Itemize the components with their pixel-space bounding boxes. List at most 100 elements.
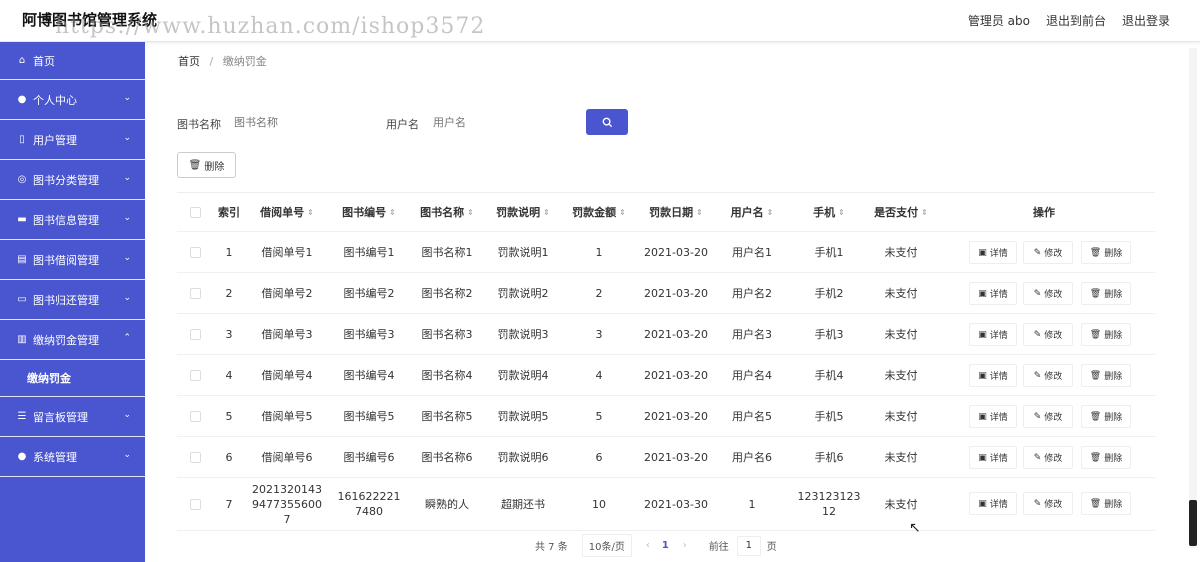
cell-book-name: 图书名称5 [421, 409, 473, 423]
cell-phone: 手机2 [814, 286, 844, 300]
col-book-no-header[interactable]: 图书编号 ⇕ [329, 193, 409, 231]
detail-button[interactable]: ▣ 详情 [969, 364, 1017, 387]
scrollbar-track[interactable] [1189, 48, 1197, 548]
cell-borrow-no: 借阅单号2 [261, 286, 313, 300]
delete-button[interactable]: 🗑 删除 [1081, 405, 1131, 428]
col-borrow-no-header[interactable]: 借阅单号 ⇕ [245, 193, 329, 231]
table-row: 1 借阅单号1 图书编号1 图书名称1 罚款说明1 1 2021-03-20 用户名1 手机1 未… [177, 232, 1155, 273]
page-size-select[interactable]: 10条/页 [581, 534, 632, 557]
cell-fine-desc: 罚款说明2 [497, 286, 549, 300]
detail-button-label: 详情 [989, 249, 1008, 259]
col-username-header[interactable]: 用户名 ⇕ [715, 193, 789, 231]
delete-button[interactable]: 🗑 删除 [1081, 323, 1131, 346]
col-fine-desc-header[interactable]: 罚款说明 ⇕ [485, 193, 561, 231]
search-button[interactable] [586, 109, 628, 135]
monitor-icon: ▭ [17, 294, 27, 305]
cell-paid: 未支付 [884, 368, 918, 382]
cell-paid: 未支付 [884, 245, 918, 259]
sidebar: ⌂ 首页 ● 个人中心 ⌄ ▯ 用户管理 ⌄ ◎ 图书分类管理 ⌄ ▬ 图书信息… [0, 42, 145, 562]
detail-button[interactable]: ▣ 详情 [969, 405, 1017, 428]
cell-phone: 手机1 [814, 245, 844, 259]
detail-button-label: 详情 [989, 500, 1008, 510]
detail-button-label: 详情 [989, 454, 1008, 464]
edit-button[interactable]: ✎ 修改 [1023, 492, 1073, 515]
sidebar-item-book-borrow[interactable]: ▤ 图书借阅管理 ⌄ [0, 240, 145, 280]
scrollbar-thumb[interactable] [1189, 500, 1197, 546]
exit-to-frontend-link[interactable]: 退出到前台 [1046, 12, 1106, 29]
col-date-header[interactable]: 罚款日期 ⇕ [637, 193, 715, 231]
sidebar-subitem-pay-fine[interactable]: 缴纳罚金 [0, 360, 145, 397]
username-input[interactable] [433, 110, 563, 134]
search-icon [602, 117, 612, 127]
cell-book-no: 图书编号3 [343, 327, 395, 341]
sidebar-item-book-info[interactable]: ▬ 图书信息管理 ⌄ [0, 200, 145, 240]
bulk-delete-button[interactable]: 🗑 删除 [177, 152, 236, 178]
delete-button[interactable]: 🗑 删除 [1081, 241, 1131, 264]
cell-index: 7 [225, 497, 233, 511]
col-phone-header[interactable]: 手机 ⇕ [789, 193, 869, 231]
col-label: 罚款说明 [496, 205, 541, 219]
trash-icon: 🗑 [1089, 498, 1102, 509]
col-paid-header[interactable]: 是否支付 ⇕ [869, 193, 933, 231]
detail-button[interactable]: ▣ 详情 [969, 282, 1017, 305]
cell-fine-desc: 罚款说明1 [497, 245, 549, 259]
edit-button[interactable]: ✎ 修改 [1023, 241, 1073, 264]
logout-link[interactable]: 退出登录 [1122, 12, 1170, 29]
row-checkbox[interactable] [189, 246, 201, 258]
col-amount-header[interactable]: 罚款金额 ⇕ [561, 193, 637, 231]
goto-page-input[interactable] [736, 535, 761, 556]
cell-date: 2021-03-20 [644, 450, 708, 464]
col-book-name-header[interactable]: 图书名称 ⇕ [409, 193, 485, 231]
book-name-input[interactable] [234, 110, 364, 134]
select-all-checkbox[interactable] [189, 206, 201, 218]
sidebar-item-message-board[interactable]: ☰ 留言板管理 ⌄ [0, 397, 145, 437]
detail-button[interactable]: ▣ 详情 [969, 446, 1017, 469]
row-checkbox[interactable] [189, 498, 201, 510]
col-label: 罚款金额 [572, 205, 617, 219]
row-checkbox[interactable] [189, 369, 201, 381]
book-name-label: 图书名称 [177, 118, 221, 131]
detail-button[interactable]: ▣ 详情 [969, 241, 1017, 264]
cell-borrow-no: 借阅单号4 [261, 368, 313, 382]
edit-button[interactable]: ✎ 修改 [1023, 323, 1073, 346]
sidebar-item-book-category[interactable]: ◎ 图书分类管理 ⌄ [0, 160, 145, 200]
edit-button[interactable]: ✎ 修改 [1023, 282, 1073, 305]
cell-book-name: 图书名称2 [421, 286, 473, 300]
sidebar-item-personal-center[interactable]: ● 个人中心 ⌄ [0, 80, 145, 120]
sidebar-item-home[interactable]: ⌂ 首页 [0, 42, 145, 80]
table-header-row: 索引 借阅单号 ⇕ 图书编号 ⇕ 图书名称 ⇕ 罚款说明 ⇕ 罚款金额 ⇕ 罚款日期 ⇕ 用… [177, 192, 1155, 232]
cell-borrow-no: 借阅单号3 [261, 327, 313, 341]
row-checkbox[interactable] [189, 287, 201, 299]
row-checkbox[interactable] [189, 410, 201, 422]
breadcrumb-home[interactable]: 首页 [178, 55, 200, 68]
sidebar-item-user-management[interactable]: ▯ 用户管理 ⌄ [0, 120, 145, 160]
circle-icon: ◎ [17, 174, 27, 185]
edit-button[interactable]: ✎ 修改 [1023, 446, 1073, 469]
sidebar-item-system[interactable]: ● 系统管理 ⌄ [0, 437, 145, 477]
delete-button-label: 删除 [1104, 249, 1123, 259]
next-page-button[interactable]: › [683, 540, 687, 551]
detail-button-label: 详情 [989, 372, 1008, 382]
row-checkbox[interactable] [189, 328, 201, 340]
delete-button[interactable]: 🗑 删除 [1081, 446, 1131, 469]
delete-button[interactable]: 🗑 删除 [1081, 492, 1131, 515]
chevron-down-icon: ⌄ [123, 133, 131, 143]
cell-book-name: 图书名称6 [421, 450, 473, 464]
edit-button[interactable]: ✎ 修改 [1023, 364, 1073, 387]
delete-button[interactable]: 🗑 删除 [1081, 282, 1131, 305]
edit-button-label: 修改 [1044, 372, 1063, 382]
row-checkbox[interactable] [189, 451, 201, 463]
trash-icon: 🗑 [188, 159, 202, 171]
detail-button[interactable]: ▣ 详情 [969, 323, 1017, 346]
delete-button[interactable]: 🗑 删除 [1081, 364, 1131, 387]
phone-icon: ▯ [19, 134, 25, 145]
table-row: 6 借阅单号6 图书编号6 图书名称6 罚款说明6 6 2021-03-20 用户名6 手机6 未… [177, 437, 1155, 478]
sidebar-item-book-return[interactable]: ▭ 图书归还管理 ⌄ [0, 280, 145, 320]
prev-page-button[interactable]: ‹ [646, 540, 650, 551]
cell-borrow-no: 借阅单号1 [261, 245, 313, 259]
sidebar-item-fine-management[interactable]: ▥ 缴纳罚金管理 ⌃ [0, 320, 145, 360]
inbox-icon: ▬ [17, 214, 27, 225]
edit-button[interactable]: ✎ 修改 [1023, 405, 1073, 428]
detail-button[interactable]: ▣ 详情 [969, 492, 1017, 515]
page-number-current[interactable]: 1 [662, 540, 669, 551]
